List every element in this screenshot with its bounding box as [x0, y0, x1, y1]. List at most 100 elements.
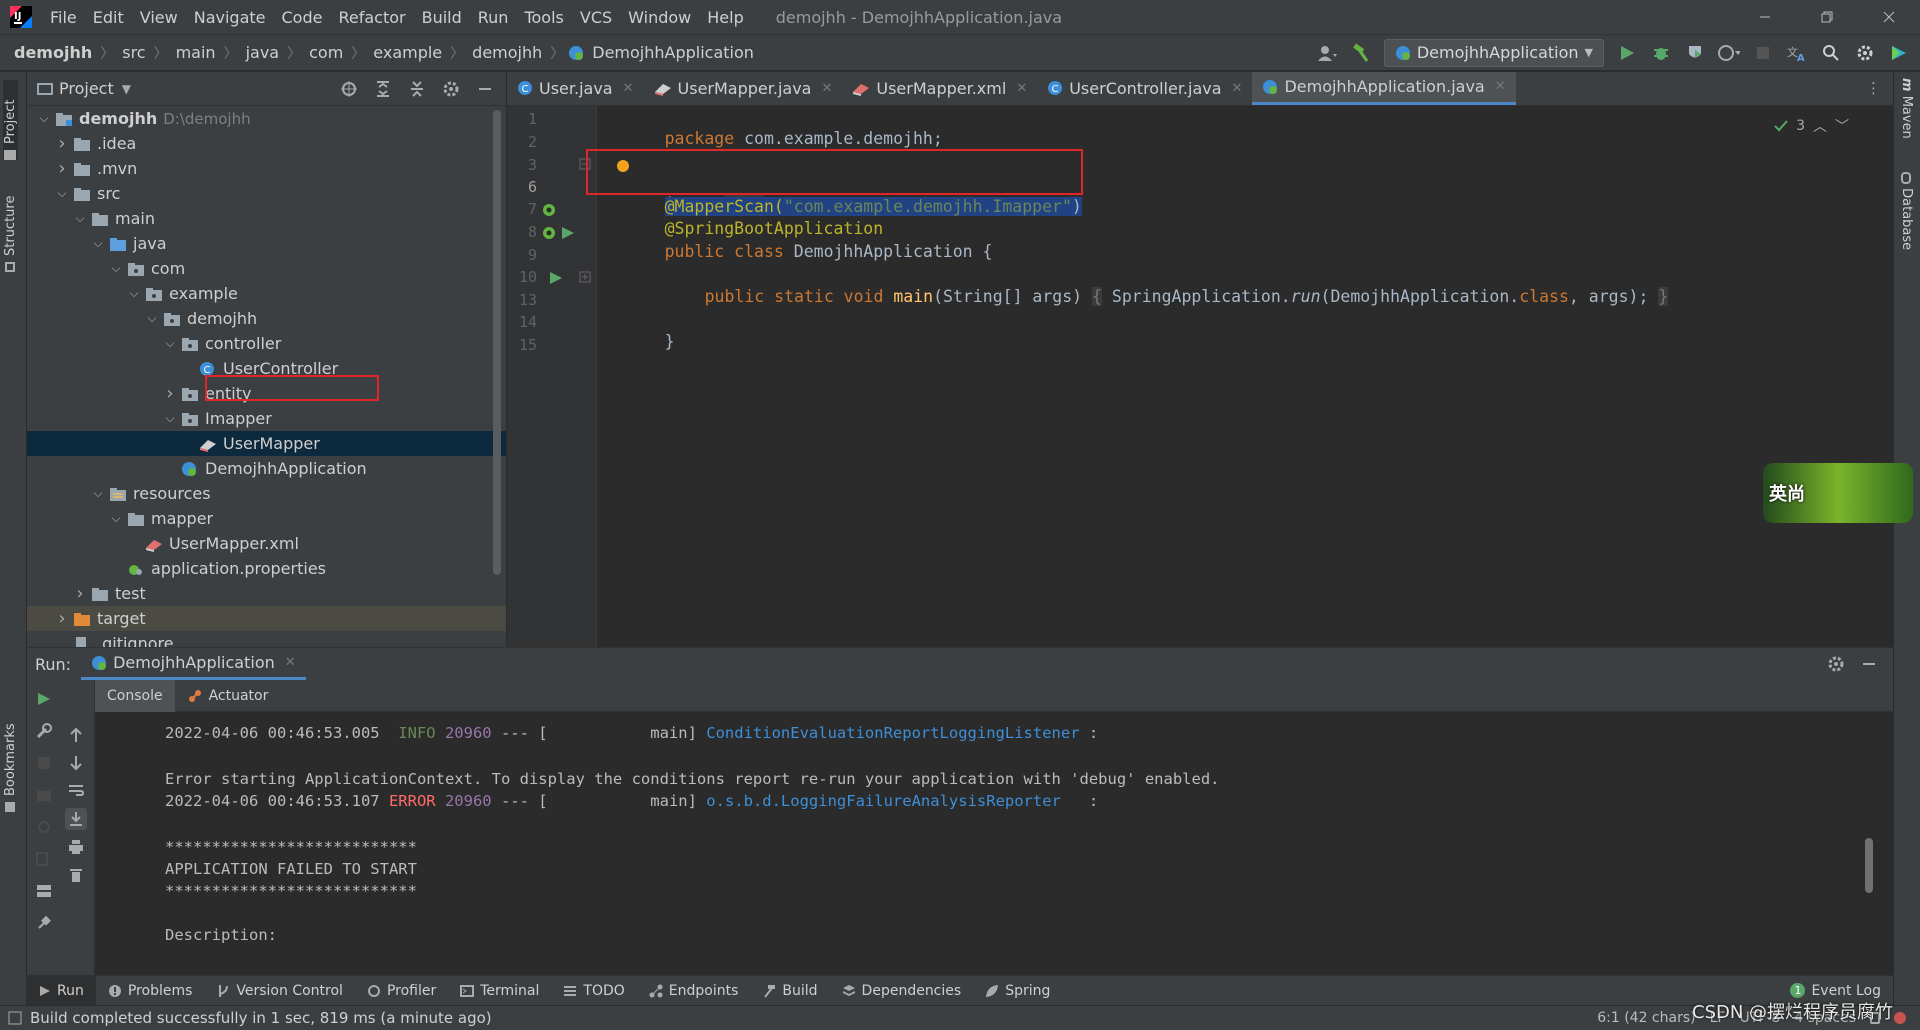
menu-refactor[interactable]: Refactor	[330, 0, 413, 35]
menu-view[interactable]: View	[132, 0, 186, 35]
toolwindow-todo[interactable]: TODO	[551, 976, 636, 1006]
menu-run[interactable]: Run	[470, 0, 517, 35]
breadcrumb-class[interactable]: DemojhhApplication	[588, 43, 758, 62]
toolwindow-profiler[interactable]: Profiler	[355, 976, 448, 1006]
layout-icon[interactable]	[33, 880, 55, 902]
print-icon[interactable]	[65, 836, 87, 858]
chevron-down-icon[interactable]: ⌵	[105, 511, 127, 526]
editor-tab-usercontroller-java[interactable]: C UserController.java ✕	[1037, 72, 1252, 105]
toolwindow-build[interactable]: Build	[750, 976, 829, 1006]
close-tab-icon[interactable]: ✕	[1016, 81, 1027, 96]
status-message[interactable]: Build completed successfully in 1 sec, 8…	[30, 1009, 492, 1027]
chevron-down-icon[interactable]: ⌵	[51, 186, 73, 201]
tree-item-idea[interactable]: › .idea	[27, 131, 506, 156]
chevron-down-icon[interactable]: ﹀	[1835, 116, 1849, 136]
tool-tab-maven[interactable]: m Maven	[1899, 78, 1914, 139]
chevron-down-icon[interactable]: ▼	[122, 82, 131, 96]
layout-toggle-icon[interactable]	[8, 1011, 22, 1025]
caret-position[interactable]: 6:1 (42 chars)	[1597, 1010, 1695, 1026]
tree-item-imapper[interactable]: ⌵ Imapper	[27, 406, 506, 431]
chevron-right-icon[interactable]: ›	[159, 383, 181, 404]
run-gutter-icon[interactable]	[549, 271, 563, 285]
build-hammer-icon[interactable]	[1350, 42, 1372, 64]
chevron-down-icon[interactable]: ⌵	[123, 286, 145, 301]
search-icon[interactable]	[1820, 42, 1842, 64]
chevron-right-icon[interactable]: ›	[51, 608, 73, 629]
camera-icon[interactable]	[33, 784, 55, 806]
chevron-down-icon[interactable]: ⌵	[141, 311, 163, 326]
close-tab-icon[interactable]: ✕	[285, 655, 296, 670]
profiler-icon[interactable]	[1718, 42, 1740, 64]
menu-build[interactable]: Build	[414, 0, 470, 35]
bean-icon[interactable]	[541, 202, 557, 218]
notification-icon[interactable]	[1894, 1012, 1906, 1024]
tool-tab-database[interactable]: Database	[1899, 172, 1914, 250]
pin-icon[interactable]	[33, 912, 55, 934]
tree-item-target[interactable]: › target	[27, 606, 506, 631]
tool-tab-project[interactable]: Project	[3, 80, 18, 160]
close-tab-icon[interactable]: ✕	[821, 81, 832, 96]
tree-item-java[interactable]: ⌵ java	[27, 231, 506, 256]
coverage-icon[interactable]	[1684, 42, 1706, 64]
run-configuration-select[interactable]: DemojhhApplication ▼	[1383, 38, 1604, 67]
floating-game-widget[interactable]: 英尚	[1763, 463, 1913, 523]
tree-item-com[interactable]: ⌵ com	[27, 256, 506, 281]
fold-icon[interactable]	[579, 271, 591, 283]
toolbox-icon[interactable]	[1888, 42, 1910, 64]
stop-icon[interactable]	[1752, 42, 1774, 64]
chevron-down-icon[interactable]: ⌵	[159, 411, 181, 426]
wrench-icon[interactable]	[33, 720, 55, 742]
stop-icon[interactable]	[33, 752, 55, 774]
tree-item-mvn[interactable]: › .mvn	[27, 156, 506, 181]
soft-wrap-icon[interactable]	[65, 780, 87, 802]
tree-item-resources[interactable]: ⌵ resources	[27, 481, 506, 506]
tree-item-demojhh[interactable]: ⌵ demojhh	[27, 306, 506, 331]
chevron-down-icon[interactable]: ⌵	[105, 261, 127, 276]
tree-item-application-properties[interactable]: application.properties	[27, 556, 506, 581]
menu-tools[interactable]: Tools	[516, 0, 571, 35]
settings-gear-icon[interactable]	[440, 78, 462, 100]
menu-window[interactable]: Window	[620, 0, 699, 35]
locate-icon[interactable]	[338, 78, 360, 100]
tree-item-src[interactable]: ⌵ src	[27, 181, 506, 206]
menu-help[interactable]: Help	[699, 0, 751, 35]
close-tab-icon[interactable]: ✕	[623, 81, 634, 96]
breadcrumb-example[interactable]: example	[369, 43, 446, 62]
menu-edit[interactable]: Edit	[85, 0, 132, 35]
restore-button[interactable]	[1796, 0, 1858, 35]
more-tabs-icon[interactable]: ⋮	[1854, 72, 1893, 105]
menu-code[interactable]: Code	[274, 0, 331, 35]
console-scrollbar[interactable]	[1865, 838, 1873, 893]
run-gutter-icon[interactable]	[561, 226, 575, 240]
toolwindow-run[interactable]: Run	[27, 975, 96, 1006]
tree-item-usermapper-xml[interactable]: UserMapper.xml	[27, 531, 506, 556]
project-panel-title[interactable]: Project	[59, 79, 114, 98]
breadcrumb-main[interactable]: main	[172, 43, 220, 62]
tool-tab-structure[interactable]: Structure	[3, 172, 18, 272]
toolwindow-endpoints[interactable]: Endpoints	[637, 976, 751, 1006]
editor-tab-usermapper-xml[interactable]: UserMapper.xml ✕	[842, 72, 1037, 105]
breadcrumb-project[interactable]: demojhh	[10, 43, 96, 62]
restore-icon[interactable]	[33, 816, 55, 838]
toolwindow-problems[interactable]: Problems	[96, 976, 205, 1006]
menu-vcs[interactable]: VCS	[572, 0, 620, 35]
tree-item-controller[interactable]: ⌵ controller	[27, 331, 506, 356]
run-icon[interactable]	[1616, 42, 1638, 64]
editor-tab-demojhhapplication-java[interactable]: DemojhhApplication.java ✕	[1252, 72, 1516, 105]
settings-gear-icon[interactable]	[1854, 42, 1876, 64]
toolwindow-spring[interactable]: Spring	[973, 976, 1062, 1006]
breadcrumb-com[interactable]: com	[305, 43, 347, 62]
tree-item-test[interactable]: › test	[27, 581, 506, 606]
chevron-down-icon[interactable]: ⌵	[87, 236, 109, 251]
translate-icon[interactable]: 文A	[1786, 42, 1808, 64]
log-logger-link[interactable]: o.s.b.d.LoggingFailureAnalysisReporter	[706, 792, 1061, 810]
toolwindow-version-control[interactable]: Version Control	[204, 976, 355, 1006]
breadcrumb-src[interactable]: src	[118, 43, 149, 62]
close-tab-icon[interactable]: ✕	[1232, 81, 1243, 96]
expand-all-icon[interactable]	[372, 78, 394, 100]
arrow-down-icon[interactable]	[65, 752, 87, 774]
chevron-down-icon[interactable]: ⌵	[87, 486, 109, 501]
breadcrumb-demojhh[interactable]: demojhh	[468, 43, 546, 62]
breadcrumb-java[interactable]: java	[242, 43, 284, 62]
editor-tab-usermapper-java[interactable]: UserMapper.java ✕	[644, 72, 843, 105]
